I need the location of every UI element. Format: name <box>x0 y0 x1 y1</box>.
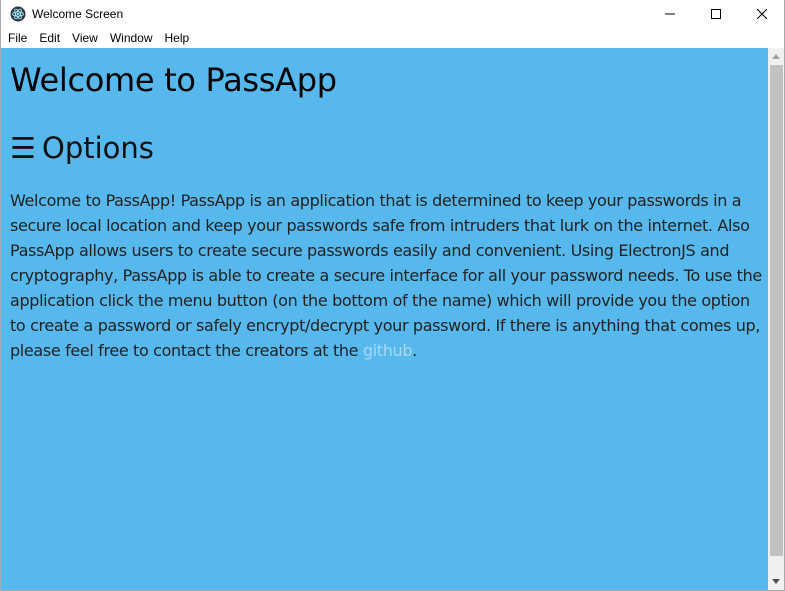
scroll-up-button[interactable] <box>768 48 784 65</box>
minimize-icon <box>665 13 675 15</box>
options-label[interactable]: Options <box>42 128 154 168</box>
scroll-down-arrow-icon <box>772 579 780 584</box>
app-window: Welcome Screen File Edit View Window Hel… <box>0 0 785 591</box>
description-text: Welcome to PassApp! PassApp is an applic… <box>10 191 762 360</box>
close-button[interactable] <box>739 0 785 28</box>
scroll-up-arrow-icon <box>772 54 780 59</box>
github-link[interactable]: github <box>363 341 413 360</box>
maximize-icon <box>711 9 721 19</box>
welcome-description: Welcome to PassApp! PassApp is an applic… <box>10 188 765 363</box>
electron-atom-icon <box>10 6 26 22</box>
menu-help[interactable]: Help <box>159 28 196 48</box>
maximize-button[interactable] <box>693 0 739 28</box>
scroll-down-button[interactable] <box>768 573 784 590</box>
close-icon <box>757 9 767 19</box>
description-end: . <box>412 341 417 360</box>
vertical-scrollbar[interactable] <box>768 48 784 590</box>
options-menu-button[interactable]: ☰ Options <box>10 128 154 168</box>
menu-window[interactable]: Window <box>104 28 159 48</box>
menu-bar: File Edit View Window Help <box>1 28 784 48</box>
hamburger-menu-icon[interactable]: ☰ <box>10 128 36 168</box>
title-bar[interactable]: Welcome Screen <box>1 0 784 28</box>
menu-view[interactable]: View <box>66 28 104 48</box>
page-title: Welcome to PassApp <box>10 61 337 99</box>
window-title: Welcome Screen <box>32 7 124 21</box>
minimize-button[interactable] <box>647 0 693 28</box>
welcome-content: Welcome to PassApp ☰ Options Welcome to … <box>1 48 768 590</box>
menu-edit[interactable]: Edit <box>33 28 66 48</box>
scrollbar-thumb[interactable] <box>770 65 783 556</box>
menu-file[interactable]: File <box>2 28 33 48</box>
